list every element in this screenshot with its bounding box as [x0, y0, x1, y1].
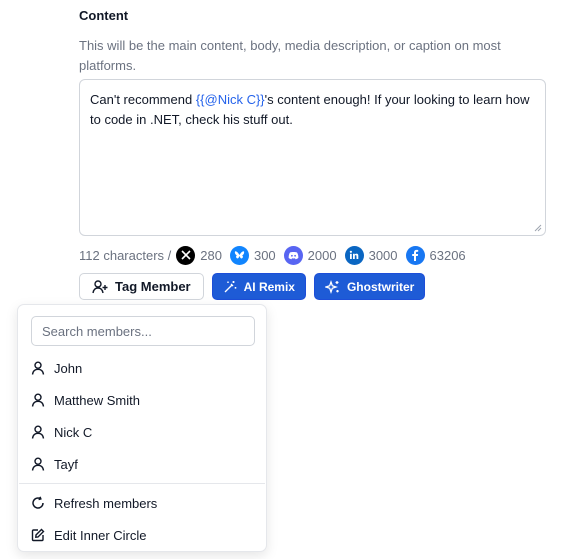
x-limit: 280	[200, 247, 222, 263]
refresh-members-item[interactable]: Refresh members	[31, 491, 255, 515]
discord-icon	[283, 245, 303, 265]
members-dropdown: John Matthew Smith Nick C Tayf Refresh m…	[17, 304, 267, 552]
refresh-icon	[32, 496, 44, 509]
ghostwriter-label: Ghostwriter	[346, 279, 415, 294]
resize-handle-icon[interactable]	[534, 224, 542, 232]
user-icon	[31, 361, 45, 375]
bluesky-icon	[229, 245, 249, 265]
content-actions: Tag Member AI Remix Ghostwriter	[79, 273, 426, 300]
tag-member-label: Tag Member	[115, 279, 191, 294]
member-item-matthew-smith[interactable]: Matthew Smith	[31, 388, 255, 412]
member-mention: {{@Nick C}}	[195, 92, 265, 107]
ghostwriter-button[interactable]: Ghostwriter	[313, 273, 426, 300]
content-textarea[interactable]: Can't recommend {{@Nick C}}'s content en…	[79, 79, 546, 236]
character-counts: 112 characters / 280 300 2000 3000 63206	[79, 244, 469, 266]
user-icon	[31, 457, 45, 471]
member-name: Tayf	[54, 456, 78, 472]
member-item-tayf[interactable]: Tayf	[31, 452, 255, 476]
user-plus-icon	[92, 279, 108, 293]
character-count: 112 characters /	[79, 247, 172, 263]
edit-inner-circle-label: Edit Inner Circle	[54, 527, 147, 543]
ai-remix-button[interactable]: AI Remix	[211, 273, 306, 300]
edit-icon	[31, 528, 45, 542]
discord-limit: 2000	[307, 247, 337, 263]
refresh-members-label: Refresh members	[54, 495, 158, 511]
linkedin-limit: 3000	[368, 247, 398, 263]
content-title: Content	[79, 8, 129, 23]
ai-remix-label: AI Remix	[243, 279, 295, 294]
tag-member-button[interactable]: Tag Member	[79, 273, 204, 300]
facebook-limit: 63206	[429, 247, 466, 263]
bluesky-limit: 300	[253, 247, 276, 263]
member-name: John	[54, 360, 83, 376]
user-icon	[31, 393, 45, 407]
menu-divider	[19, 483, 265, 484]
edit-inner-circle-item[interactable]: Edit Inner Circle	[31, 523, 255, 547]
x-icon	[176, 245, 196, 265]
content-text-before: Can't recommend	[90, 92, 196, 107]
facebook-icon	[405, 245, 425, 265]
member-name: Nick C	[54, 424, 93, 440]
sparkles-icon	[324, 279, 339, 294]
search-members-input[interactable]	[31, 316, 255, 346]
user-icon	[31, 425, 45, 439]
member-name: Matthew Smith	[54, 392, 140, 408]
content-description: This will be the main content, body, med…	[79, 38, 501, 73]
member-item-john[interactable]: John	[31, 356, 255, 380]
member-item-nick-c[interactable]: Nick C	[31, 420, 255, 444]
linkedin-icon	[344, 245, 364, 265]
magic-wand-icon	[224, 280, 236, 292]
content-editor-page: Content This will be the main content, b…	[0, 0, 567, 559]
